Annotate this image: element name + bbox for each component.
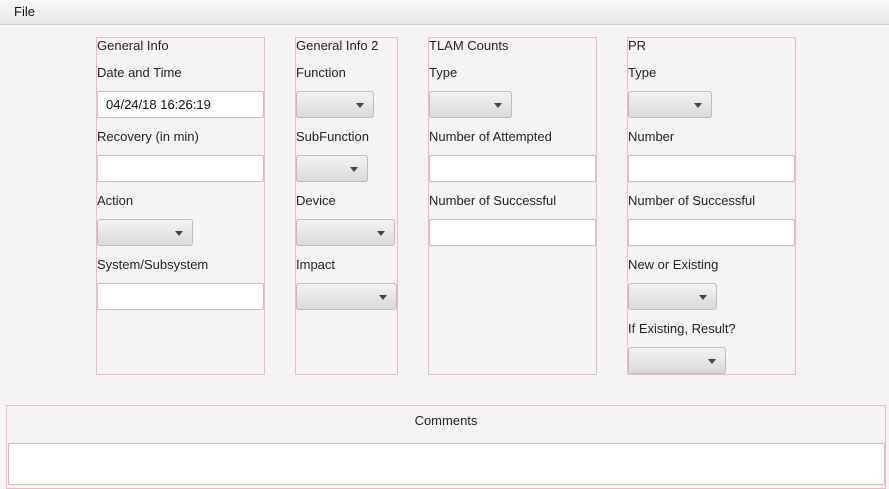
new-existing-label: New or Existing [628, 257, 719, 272]
tlam-counts-title: TLAM Counts [429, 38, 509, 53]
impact-dropdown[interactable] [296, 283, 397, 310]
tlam-type-label: Type [429, 65, 458, 80]
device-dropdown[interactable] [296, 219, 395, 246]
pr-title: PR [628, 38, 647, 53]
system-subsystem-label: System/Subsystem [97, 257, 209, 272]
chevron-down-icon [377, 231, 385, 236]
comments-title: Comments [414, 413, 478, 428]
pr-number-input[interactable] [628, 155, 795, 182]
chevron-down-icon [175, 231, 183, 236]
subfunction-label: SubFunction [296, 129, 369, 144]
recovery-label: Recovery (in min) [97, 129, 199, 144]
impact-label: Impact [296, 257, 336, 272]
chevron-down-icon [494, 103, 502, 108]
system-subsystem-input[interactable] [97, 283, 264, 310]
comments-textarea[interactable] [8, 443, 885, 485]
pr-number-label: Number [628, 129, 675, 144]
file-menu[interactable]: File [14, 4, 35, 19]
chevron-down-icon [379, 295, 387, 300]
function-dropdown[interactable] [296, 91, 374, 118]
tlam-successful-input[interactable] [429, 219, 596, 246]
chevron-down-icon [350, 167, 358, 172]
attempted-input[interactable] [429, 155, 596, 182]
existing-result-dropdown[interactable] [628, 347, 726, 374]
action-dropdown[interactable] [97, 219, 193, 246]
date-time-input[interactable] [97, 91, 264, 118]
pr-successful-label: Number of Successful [628, 193, 756, 208]
new-existing-dropdown[interactable] [628, 283, 717, 310]
tlam-type-dropdown[interactable] [429, 91, 512, 118]
general-info-2-title: General Info 2 [296, 38, 379, 53]
function-label: Function [296, 65, 346, 80]
device-label: Device [296, 193, 336, 208]
chevron-down-icon [699, 295, 707, 300]
pr-type-dropdown[interactable] [628, 91, 712, 118]
chevron-down-icon [694, 103, 702, 108]
action-label: Action [97, 193, 134, 208]
attempted-label: Number of Attempted [429, 129, 552, 144]
tlam-successful-label: Number of Successful [429, 193, 557, 208]
chevron-down-icon [356, 103, 364, 108]
menu-bar: File [0, 0, 889, 25]
date-time-label: Date and Time [97, 65, 182, 80]
chevron-down-icon [708, 359, 716, 364]
recovery-input[interactable] [97, 155, 264, 182]
pr-type-label: Type [628, 65, 657, 80]
existing-result-label: If Existing, Result? [628, 321, 736, 336]
pr-successful-input[interactable] [628, 219, 795, 246]
subfunction-dropdown[interactable] [296, 155, 368, 182]
general-info-title: General Info [97, 38, 169, 53]
